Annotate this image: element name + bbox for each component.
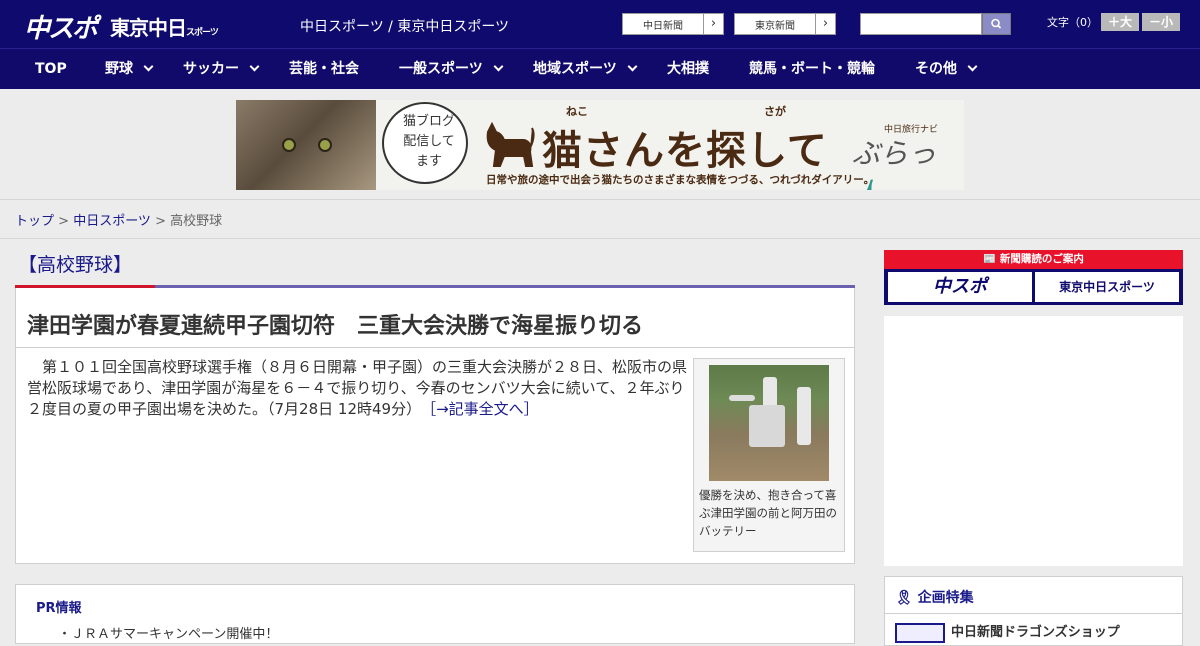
tokyo-shimbun-link[interactable]: 東京新聞 ›: [734, 13, 836, 35]
nav-item-sumo[interactable]: 大相撲: [667, 49, 709, 90]
banner-brand-a: ぶらっ: [852, 137, 937, 170]
nav-item-soccer[interactable]: サッカー: [183, 49, 260, 90]
search-icon: [991, 18, 1002, 29]
breadcrumb-section-link[interactable]: 中日スポーツ: [73, 214, 151, 229]
divider: [885, 613, 1182, 614]
top-header: 中スポ 東京中日スポーツ 中日スポーツ / 東京中日スポーツ 中日新聞 › 東京…: [0, 0, 1200, 48]
nav-item-racing[interactable]: 競馬・ボート・競輪: [749, 49, 875, 90]
article-photo-box: 優勝を決め、抱き合って喜ぶ津田学園の前と阿万田のバッテリー: [693, 358, 845, 552]
pr-item-link[interactable]: ・ＪＲＡサマーキャンペーン開催中！: [58, 623, 278, 642]
article-card: 津田学園が春夏連続甲子園切符 三重大会決勝で海星振り切る 第１０１回全国高校野球…: [15, 288, 855, 564]
breadcrumb: トップ > 中日スポーツ > 高校野球: [15, 210, 222, 229]
feature-title: 🎗 企画特集: [895, 587, 974, 607]
site-title: 中日スポーツ / 東京中日スポーツ: [300, 19, 510, 35]
nav-item-entertainment[interactable]: 芸能・社会: [289, 49, 359, 90]
nav-item-label: サッカー: [183, 61, 239, 77]
subscription-heading-text: 新聞購読のご案内: [999, 253, 1084, 265]
feature-item-link[interactable]: 中日新聞ドラゴンズショップ: [951, 621, 1120, 640]
newspaper-icon: 📰: [983, 253, 1000, 265]
nav-item-top[interactable]: TOP: [35, 49, 67, 90]
chevron-down-icon: [627, 61, 638, 72]
breadcrumb-separator: >: [150, 214, 171, 229]
cat-photo: [236, 100, 376, 190]
cat-blog-banner-ad[interactable]: 猫ブログ配信してます ねこ さが 猫さんを探して 中日旅行ナビ ぶらっ人 日常や…: [236, 100, 964, 190]
subscription-box: 📰 新聞購読のご案内 中スポ 東京中日スポーツ: [884, 250, 1183, 305]
chunichi-shimbun-link[interactable]: 中日新聞 ›: [622, 13, 724, 35]
chevron-right-icon: ›: [815, 14, 835, 34]
banner-subtitle: 日常や旅の途中で出会う猫たちのさまざまな表情をつづる、つれづれダイアリー。: [486, 174, 875, 186]
tokyo-logo-small-text: スポーツ: [186, 28, 219, 38]
photo-figure: [729, 395, 755, 401]
article-body-text: 第１０１回全国高校野球選手権（８月６日開幕・甲子園）の三重大会決勝が２８日、松阪…: [27, 358, 688, 418]
subscription-heading: 📰 新聞購読のご案内: [884, 250, 1183, 269]
nav-item-label: 競馬・ボート・競輪: [749, 61, 875, 77]
read-full-article-link[interactable]: ［→記事全文へ］: [429, 400, 539, 418]
nav-item-label: 地域スポーツ: [533, 61, 617, 77]
article-photo[interactable]: [709, 365, 829, 481]
banner-title: 猫さんを探して: [542, 128, 828, 174]
bubble-text: 猫ブログ配信してます: [402, 114, 455, 169]
cat-eye: [318, 138, 332, 152]
ribbon-icon: 🎗: [895, 590, 918, 606]
pr-box: PR情報 ・ＪＲＡサマーキャンペーン開催中！: [15, 584, 855, 644]
nav-item-label: その他: [915, 61, 957, 77]
font-size-decrease-button[interactable]: －小: [1142, 13, 1180, 31]
photo-caption: 優勝を決め、抱き合って喜ぶ津田学園の前と阿万田のバッテリー: [699, 488, 837, 538]
nav-item-general-sports[interactable]: 一般スポーツ: [399, 49, 504, 90]
photo-figure: [797, 387, 811, 445]
subscribe-chusupo-button[interactable]: 中スポ: [888, 272, 1032, 302]
nav-item-label: 野球: [105, 61, 133, 77]
search-input[interactable]: [860, 13, 982, 35]
chevron-down-icon: [143, 61, 154, 72]
cat-silhouette-icon: [486, 122, 535, 167]
article-headline[interactable]: 津田学園が春夏連続甲子園切符 三重大会決勝で海星振り切る: [27, 308, 643, 340]
feature-title-text: 企画特集: [917, 590, 974, 606]
banner-ruby-saga: さが: [764, 105, 786, 118]
nav-item-label: TOP: [35, 61, 67, 77]
pr-title: PR情報: [36, 601, 82, 616]
tokyo-logo-text: 東京中日: [110, 16, 187, 40]
nav-item-other[interactable]: その他: [915, 49, 978, 90]
cat-eye: [282, 138, 296, 152]
category-heading: 【高校野球】: [18, 254, 133, 276]
breadcrumb-separator: >: [54, 214, 74, 229]
article-body: 第１０１回全国高校野球選手権（８月６日開幕・甲子園）の三重大会決勝が２８日、松阪…: [27, 357, 687, 420]
tokyo-chunichi-sports-logo[interactable]: 東京中日スポーツ: [110, 12, 219, 41]
nav-item-baseball[interactable]: 野球: [105, 49, 154, 90]
banner-ruby-neko: ねこ: [566, 105, 588, 118]
chevron-right-icon: ›: [703, 14, 723, 34]
chevron-down-icon: [249, 61, 260, 72]
sidebar-ad-slot: [884, 316, 1183, 566]
photo-figure: [749, 405, 785, 447]
chunichi-sports-logo[interactable]: 中スポ: [24, 8, 98, 45]
subscribe-tokyo-chunichi-button[interactable]: 東京中日スポーツ: [1035, 272, 1179, 302]
feature-box: 🎗 企画特集 中日新聞ドラゴンズショップ: [884, 576, 1183, 646]
nav-item-label: 大相撲: [667, 61, 709, 77]
breadcrumb-current: 高校野球: [170, 214, 223, 229]
main-nav: TOP 野球 サッカー 芸能・社会 一般スポーツ 地域スポーツ 大相撲 競馬・ボ…: [0, 48, 1200, 89]
chunichi-shimbun-label: 中日新聞: [643, 21, 683, 32]
nav-item-label: 一般スポーツ: [399, 61, 483, 77]
tokyo-shimbun-label: 東京新聞: [755, 21, 795, 32]
nav-item-regional-sports[interactable]: 地域スポーツ: [533, 49, 638, 90]
divider: [16, 347, 854, 348]
divider: [0, 238, 1200, 239]
breadcrumb-top-link[interactable]: トップ: [15, 214, 54, 229]
font-size-label: 文字（0）: [1047, 16, 1098, 29]
font-size-increase-button[interactable]: ＋大: [1101, 13, 1139, 31]
search-button[interactable]: [982, 13, 1011, 35]
feature-thumbnail[interactable]: [895, 623, 945, 643]
nav-item-label: 芸能・社会: [289, 61, 359, 77]
chevron-down-icon: [493, 61, 504, 72]
chevron-down-icon: [967, 61, 978, 72]
